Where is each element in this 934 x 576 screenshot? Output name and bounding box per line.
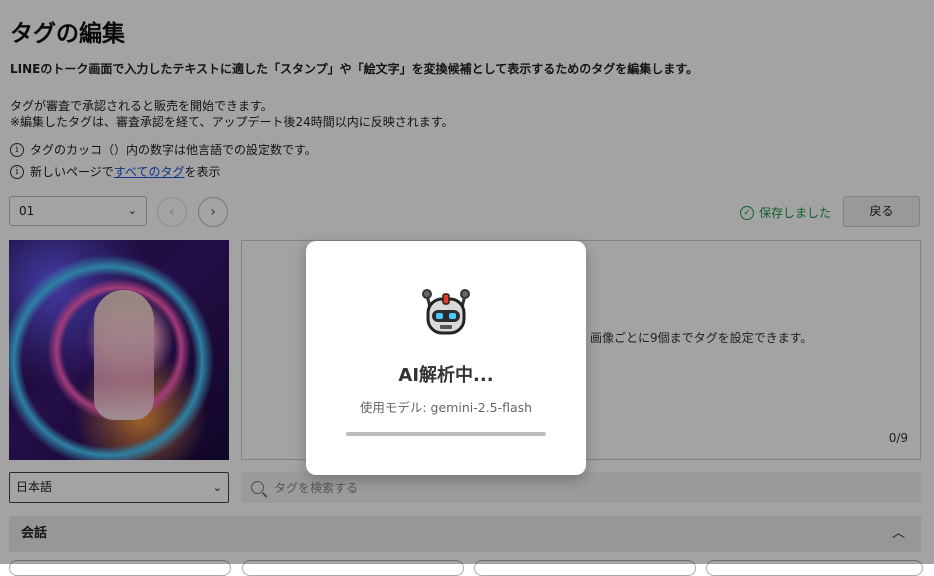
ai-analysis-dialog: AI解析中... 使用モデル: gemini-2.5-flash xyxy=(306,241,586,475)
progress-fill xyxy=(346,432,546,436)
robot-icon xyxy=(422,289,470,335)
progress-bar xyxy=(346,432,546,436)
model-label: 使用モデル: gemini-2.5-flash xyxy=(359,400,533,415)
dialog-title: AI解析中... xyxy=(398,365,494,386)
